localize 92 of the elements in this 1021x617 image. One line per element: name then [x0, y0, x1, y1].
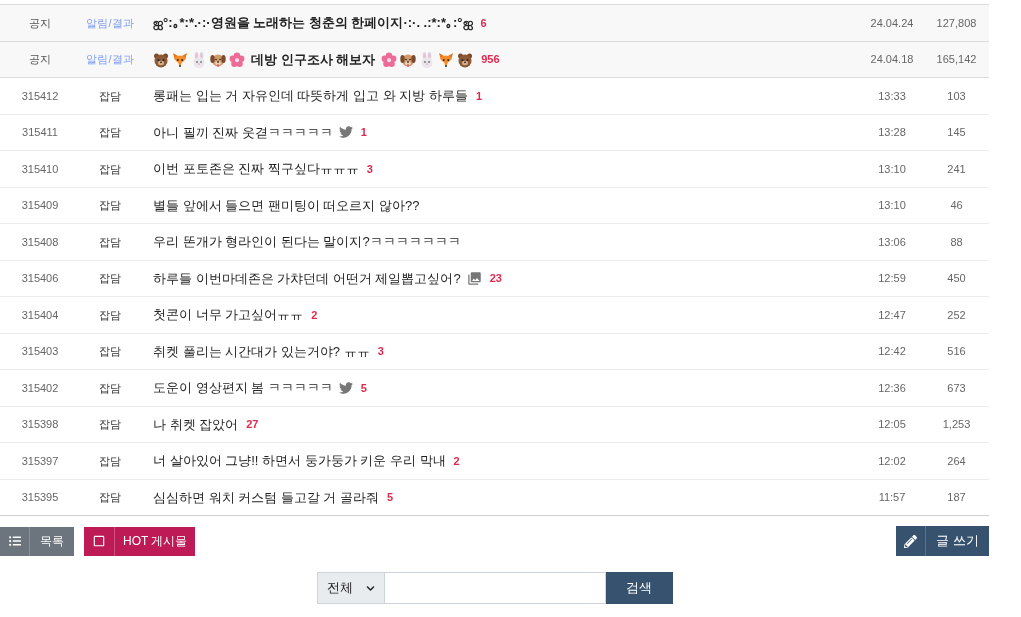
view-count: 46: [950, 198, 963, 213]
comment-count: 3: [366, 161, 373, 177]
post-number: 315409: [21, 198, 59, 213]
comment-count: 1: [360, 125, 367, 140]
post-date: 24.04.18: [870, 52, 914, 68]
view-count: 1,253: [942, 417, 971, 432]
post-date: 13:10: [878, 198, 906, 213]
post-title-link[interactable]: 롱패는 입는 거 자유인데 따뜻하게 입고 와 지방 하루들: [153, 86, 468, 106]
post-date: 13:06: [878, 234, 906, 250]
post-title-link[interactable]: 취켓 풀리는 시간대가 있는거야? ㅠㅠ: [153, 341, 370, 361]
view-count: 673: [947, 380, 966, 396]
view-count: 450: [947, 271, 966, 286]
comment-count: 27: [246, 417, 259, 432]
hot-posts-toggle[interactable]: HOT 게시물: [84, 526, 196, 556]
post-title-link[interactable]: 나 취켓 잡았어: [153, 414, 239, 434]
post-title-link[interactable]: ஐ°:｡*:*.·:·영원을 노래하는 청춘의 한페이지·:·. .:*:*｡:°ஐ: [153, 13, 473, 33]
view-count: 516: [947, 344, 966, 359]
post-number: 315398: [21, 417, 59, 432]
post-date: 12:59: [878, 271, 906, 286]
category-label: 알림/결과: [86, 15, 134, 31]
category-label: 잡담: [99, 271, 121, 286]
post-title-link[interactable]: 첫콘이 너무 가고싶어ㅠㅠ: [153, 305, 304, 325]
notice-label: 공지: [29, 52, 51, 68]
post-date: 12:02: [878, 453, 906, 469]
pencil-icon: [904, 534, 918, 548]
view-count: 88: [950, 234, 963, 250]
post-date: 12:42: [878, 344, 906, 359]
post-date: 12:36: [878, 380, 906, 396]
category-label: 잡담: [99, 234, 121, 250]
category-label: 잡담: [99, 490, 121, 505]
category-label: 잡담: [99, 380, 121, 396]
comment-count: 5: [387, 490, 394, 505]
view-count: 241: [947, 161, 966, 177]
post-date: 13:10: [878, 161, 906, 177]
view-count: 187: [947, 490, 966, 505]
comment-count: 2: [311, 307, 318, 323]
checkbox-icon: [93, 535, 105, 547]
category-label: 잡담: [99, 417, 121, 432]
view-count: 127,808: [936, 15, 977, 31]
write-button[interactable]: 글 쓰기: [896, 526, 989, 556]
category-label: 잡담: [99, 88, 121, 104]
post-date: 12:05: [878, 417, 906, 432]
post-number: 315402: [21, 380, 59, 396]
post-number: 315395: [21, 490, 59, 505]
post-date: 11:57: [878, 490, 906, 505]
comment-count: 2: [453, 453, 460, 469]
post-title-link[interactable]: 심심하면 워치 커스텀 들고갈 거 골라줘: [153, 487, 380, 507]
post-number: 315412: [21, 88, 59, 104]
category-label: 잡담: [99, 453, 121, 469]
post-date: 13:33: [878, 88, 906, 104]
list-button[interactable]: 목록: [0, 526, 74, 556]
post-number: 315397: [21, 453, 59, 469]
post-date: 24.04.24: [870, 15, 914, 31]
chevron-down-icon: [365, 583, 375, 593]
category-label: 잡담: [99, 161, 121, 177]
category-label: 잡담: [99, 198, 121, 213]
post-title-link[interactable]: 별들 앞에서 들으면 팬미팅이 떠오르지 않아??: [153, 195, 420, 215]
list-icon: [8, 535, 21, 547]
post-title-link[interactable]: 아니 필끼 진짜 웃겯ㅋㅋㅋㅋㅋ: [153, 122, 333, 142]
post-number: 315404: [21, 307, 59, 323]
post-number: 315408: [21, 234, 59, 250]
view-count: 103: [947, 88, 966, 104]
comment-count: 23: [489, 271, 502, 286]
view-count: 165,142: [936, 52, 977, 68]
category-label: 잡담: [99, 125, 121, 140]
comment-count: 3: [377, 344, 384, 359]
search-button[interactable]: 검색: [605, 572, 673, 604]
post-number: 315411: [22, 125, 58, 140]
comment-count: 6: [480, 15, 487, 31]
post-number: 315406: [21, 271, 59, 286]
search-input[interactable]: [384, 572, 606, 604]
notice-label: 공지: [29, 15, 51, 31]
post-number: 315403: [21, 344, 59, 359]
category-label: 잡담: [99, 307, 121, 323]
view-count: 264: [947, 453, 966, 469]
post-date: 13:28: [878, 125, 906, 140]
post-title-link[interactable]: 데방 인구조사 해보자: [251, 49, 376, 70]
post-date: 12:47: [878, 307, 906, 323]
comment-count: 956: [481, 52, 500, 68]
post-title-link[interactable]: 도운이 영상편지 봄 ㅋㅋㅋㅋㅋ: [153, 378, 333, 398]
view-count: 252: [947, 307, 966, 323]
post-number: 315410: [21, 161, 59, 177]
post-title-link[interactable]: 하루들 이번마데존은 가챠던데 어떤거 제일뽑고싶어?: [153, 268, 461, 288]
post-title-link[interactable]: 우리 똔개가 형라인이 된다는 말이지?ㅋㅋㅋㅋㅋㅋㅋ: [153, 232, 461, 252]
post-title-link[interactable]: 이번 포토존은 진짜 찍구싶다ㅠㅠㅠ: [153, 159, 359, 179]
view-count: 145: [947, 125, 966, 140]
search-scope-select[interactable]: 전체: [316, 572, 385, 604]
category-label: 알림/결과: [86, 52, 134, 68]
category-label: 잡담: [99, 344, 121, 359]
comment-count: 5: [360, 380, 367, 396]
comment-count: 1: [475, 88, 483, 104]
post-title-link[interactable]: 너 살아있어 그냥!! 하면서 둥가둥가 키운 우리 막내: [153, 451, 446, 471]
